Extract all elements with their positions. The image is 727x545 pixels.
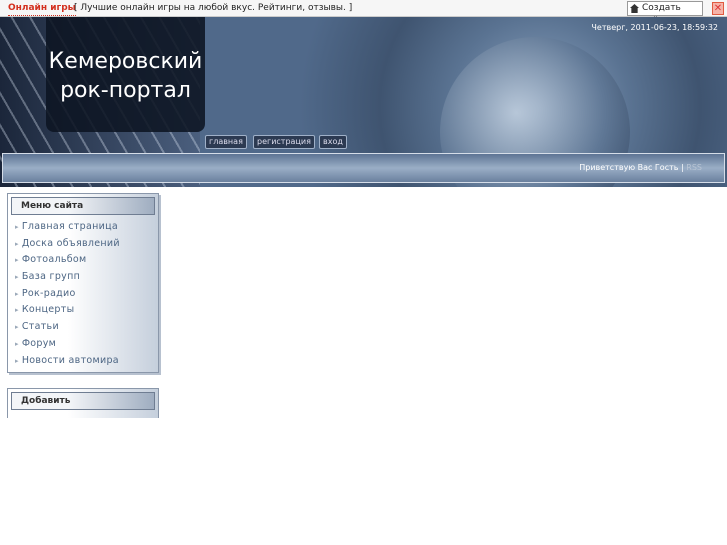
nav-login[interactable]: вход xyxy=(319,135,347,149)
menu-item-forum[interactable]: Форум xyxy=(15,336,158,353)
logo-line-2: рок-портал xyxy=(60,78,191,103)
nav-home[interactable]: главная xyxy=(205,135,247,149)
close-icon[interactable]: ✕ xyxy=(712,2,724,15)
menu-item-articles[interactable]: Статьи xyxy=(15,319,158,336)
site-header: Кемеровский рок-портал Четверг, 2011-06-… xyxy=(0,17,727,187)
site-logo[interactable]: Кемеровский рок-портал xyxy=(46,17,205,132)
menu-item-auto-news[interactable]: Новости автомира xyxy=(15,353,158,370)
nav-register[interactable]: регистрация xyxy=(253,135,315,149)
menu-item-bands[interactable]: База групп xyxy=(15,269,158,286)
menu-item-photos[interactable]: Фотоальбом xyxy=(15,252,158,269)
create-site-button[interactable]: Создать сайт xyxy=(627,1,703,26)
rss-link[interactable]: RSS xyxy=(686,163,702,172)
menu-item-home[interactable]: Главная страница xyxy=(15,219,158,236)
site-menu-block: Меню сайта Главная страница Доска объявл… xyxy=(7,193,159,373)
top-ad-bar: Онлайн игры [ Лучшие онлайн игры на любо… xyxy=(0,0,727,26)
site-menu-title: Меню сайта xyxy=(11,197,155,215)
add-block: Добавить xyxy=(7,388,159,418)
date-time: Четверг, 2011-06-23, 18:59:32 xyxy=(591,23,718,32)
logo-line-1: Кемеровский xyxy=(48,49,203,74)
online-games-link[interactable]: Онлайн игры xyxy=(8,2,76,16)
home-icon xyxy=(630,4,639,13)
promo-link[interactable]: [ Лучшие онлайн игры на любой вкус. Рейт… xyxy=(74,0,352,17)
welcome-bar: Приветствую Вас Гость | RSS xyxy=(2,153,725,183)
add-block-title: Добавить xyxy=(11,392,155,410)
menu-item-concerts[interactable]: Концерты xyxy=(15,302,158,319)
welcome-text: Приветствую Вас Гость xyxy=(579,163,679,172)
menu-item-radio[interactable]: Рок-радио xyxy=(15,286,158,303)
menu-item-board[interactable]: Доска объявлений xyxy=(15,236,158,253)
separator: | xyxy=(681,163,684,172)
